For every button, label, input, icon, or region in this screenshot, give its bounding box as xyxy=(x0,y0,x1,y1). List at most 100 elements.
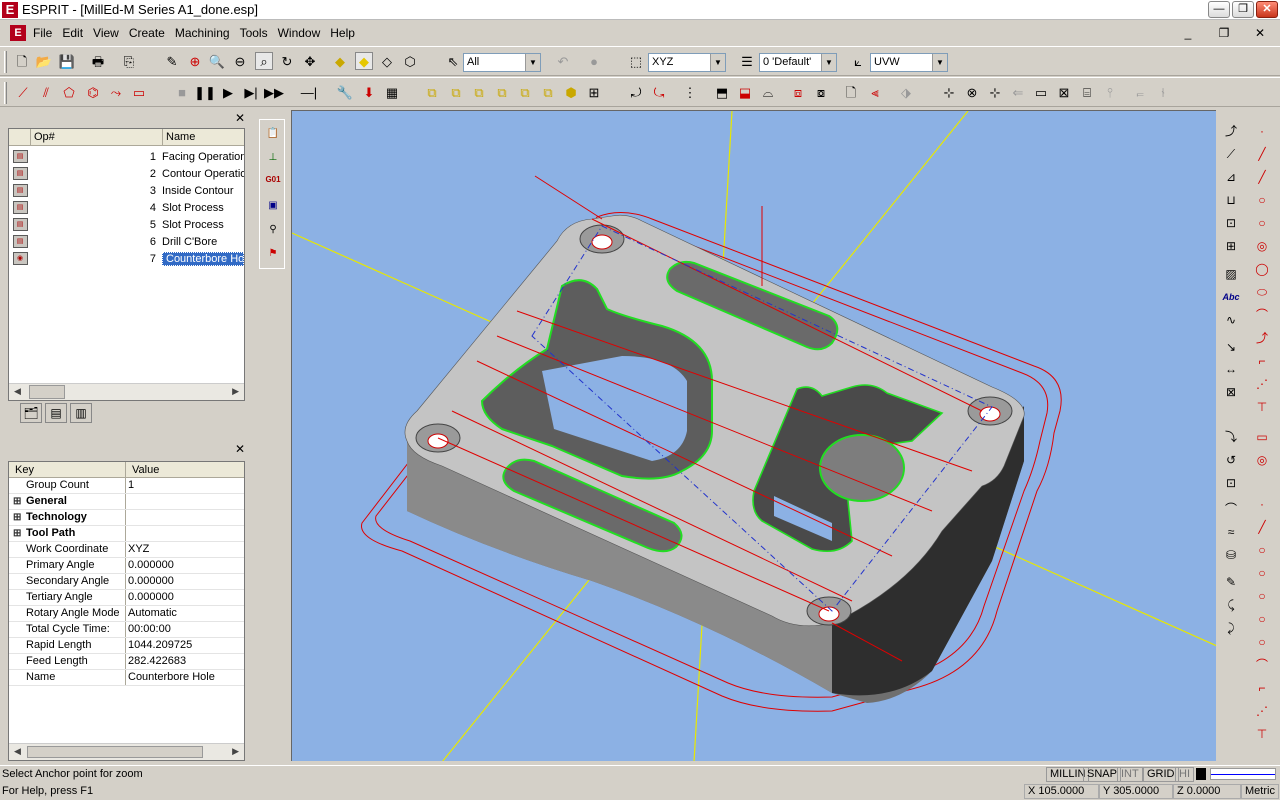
fillet-2-icon[interactable]: ⌐ xyxy=(1253,679,1271,697)
trim-2-icon[interactable]: ⊤ xyxy=(1253,725,1271,743)
array-icon[interactable]: ⊞ xyxy=(1222,237,1240,255)
property-value[interactable]: 0.000000 xyxy=(126,590,244,605)
transform-tool-icon[interactable]: ⤵ xyxy=(1222,428,1240,446)
print-icon[interactable]: 🖶 xyxy=(89,52,107,70)
redraw-icon[interactable]: ✎ xyxy=(163,52,181,70)
circle-radius-icon[interactable]: ◎ xyxy=(1253,237,1271,255)
property-value[interactable]: 1 xyxy=(126,478,244,493)
view-front-icon[interactable]: ⧉ xyxy=(447,83,465,101)
operation-row[interactable]: ▤ 1 Facing Operation xyxy=(9,148,244,165)
circle-draw-icon[interactable]: ○ xyxy=(1253,191,1271,209)
disabled-tool-icon[interactable]: ⬗ xyxy=(897,83,915,101)
save-icon[interactable]: 💾 xyxy=(58,52,76,70)
polygon-icon[interactable]: ◎ xyxy=(1253,451,1271,469)
trim-icon[interactable]: ⊠ xyxy=(1055,83,1073,101)
property-value[interactable]: 0.000000 xyxy=(126,574,244,589)
mode-int[interactable]: INT xyxy=(1117,767,1143,782)
report-icon[interactable]: ⫷ xyxy=(866,83,884,101)
view-iso-icon[interactable]: ⬢ xyxy=(562,83,580,101)
expand-plus-icon[interactable]: ⊞ xyxy=(13,510,21,525)
line-draw-icon[interactable]: ╱ xyxy=(1253,145,1271,163)
document-icon[interactable]: E xyxy=(10,25,26,41)
part-3d-view[interactable] xyxy=(292,111,1216,761)
offset-icon[interactable]: ⫮ xyxy=(1154,83,1172,101)
property-value[interactable]: Counterbore Hole xyxy=(126,670,244,685)
circle-5-icon[interactable]: ○ xyxy=(1253,610,1271,628)
feature-pocket-icon[interactable]: ⬠ xyxy=(60,83,78,101)
copy-icon[interactable]: ⎘ xyxy=(120,52,138,70)
operation-horizontal-scrollbar[interactable]: ◀ ▶ xyxy=(9,383,244,400)
wireframe-icon[interactable]: ◇ xyxy=(378,52,396,70)
arc-2-icon[interactable]: ⌒ xyxy=(1253,656,1271,674)
chamfer-icon[interactable]: ⫭ xyxy=(1131,83,1149,101)
property-value[interactable]: 00:00:00 xyxy=(126,622,244,637)
grid-points-icon[interactable]: ⊹ xyxy=(986,83,1004,101)
gcode-icon[interactable]: G01 xyxy=(263,170,283,190)
operation-row[interactable]: ▤ 2 Contour Operation xyxy=(9,165,244,182)
solid-box-icon[interactable]: ⬒ xyxy=(713,83,731,101)
tool-change-icon[interactable]: ⚑ xyxy=(263,244,283,264)
toolpath-icon[interactable]: ⬇ xyxy=(360,83,378,101)
text-tool-icon[interactable]: Abc xyxy=(1222,288,1240,306)
stock-icon[interactable]: ▦ xyxy=(383,83,401,101)
shaded-solid-icon[interactable]: ◆ xyxy=(331,52,349,70)
trim-tool-icon[interactable]: ⊤ xyxy=(1253,398,1271,416)
clipboard-icon[interactable]: 📋 xyxy=(263,124,283,144)
property-value[interactable]: Automatic xyxy=(126,606,244,621)
arrow-left-icon[interactable]: ⇐ xyxy=(1009,83,1027,101)
bend-tool-icon[interactable]: ⤹ xyxy=(1222,596,1240,614)
operation-row[interactable]: ▤ 6 Drill C'Bore xyxy=(9,233,244,250)
mesh-icon[interactable]: ⊗ xyxy=(963,83,981,101)
dotted-line-icon[interactable]: ⋰ xyxy=(1253,375,1271,393)
menu-tools[interactable]: Tools xyxy=(235,22,273,44)
property-row[interactable]: Work Coordinate XYZ xyxy=(9,542,244,558)
layer-select[interactable]: 0 'Default' ▼ xyxy=(759,53,837,72)
scale-tool-icon[interactable]: ⊡ xyxy=(1222,474,1240,492)
document-close-button[interactable]: ✕ xyxy=(1246,24,1274,41)
geometry-point-icon[interactable]: ⤴ xyxy=(1222,122,1240,140)
value-column-header[interactable]: Value xyxy=(126,462,244,477)
scroll-thumb[interactable] xyxy=(27,746,203,758)
zoom-out-icon[interactable]: ⊖ xyxy=(231,52,249,70)
rotate-tool-icon[interactable]: ↺ xyxy=(1222,451,1240,469)
split-icon[interactable]: ⌸ xyxy=(1078,83,1096,101)
scroll-right-icon[interactable]: ▶ xyxy=(232,746,239,757)
scroll-thumb[interactable] xyxy=(29,385,65,399)
property-row[interactable]: Rapid Length 1044.209725 xyxy=(9,638,244,654)
dropdown-arrow-icon[interactable]: ▼ xyxy=(821,54,836,71)
property-row[interactable]: Primary Angle 0.000000 xyxy=(9,558,244,574)
property-row[interactable]: Tertiary Angle 0.000000 xyxy=(9,590,244,606)
stop-icon[interactable]: ● xyxy=(585,52,603,70)
line-angle-icon[interactable]: ╱ xyxy=(1253,168,1271,186)
rectangle-draw-icon[interactable]: ▭ xyxy=(1253,428,1271,446)
axis-icon[interactable]: ⊥ xyxy=(263,148,283,168)
sim-end-icon[interactable]: ▶▶ xyxy=(264,83,284,101)
plane-icon[interactable]: ⬚ xyxy=(627,52,645,70)
property-value[interactable]: 1044.209725 xyxy=(126,638,244,653)
close-button[interactable]: ✕ xyxy=(1256,1,1278,18)
document-icon[interactable]: 🗋 xyxy=(842,83,860,101)
tangent-icon[interactable]: ⊿ xyxy=(1222,168,1240,186)
property-value[interactable]: 282.422683 xyxy=(126,654,244,669)
dropdown-arrow-icon[interactable]: ▼ xyxy=(932,54,947,71)
view-bottom-icon[interactable]: ⧉ xyxy=(539,83,557,101)
solid-boolean-icon[interactable]: ⧈ xyxy=(789,83,807,101)
menu-machining[interactable]: Machining xyxy=(170,22,235,44)
line-tool-icon[interactable]: ⟋ xyxy=(1222,145,1240,163)
arc-icon[interactable]: ⌒ xyxy=(1253,306,1271,324)
feature-hole-icon[interactable]: ⌬ xyxy=(84,83,102,101)
property-value[interactable]: XYZ xyxy=(126,542,244,557)
property-row[interactable]: Secondary Angle 0.000000 xyxy=(9,574,244,590)
circle-6-icon[interactable]: ○ xyxy=(1253,633,1271,651)
segment-icon[interactable]: ╱ xyxy=(1253,518,1271,536)
circle-3-icon[interactable]: ○ xyxy=(1253,564,1271,582)
box-icon[interactable]: ⊡ xyxy=(1222,214,1240,232)
property-row[interactable]: Group Count 1 xyxy=(9,478,244,494)
view-left-icon[interactable]: ⧉ xyxy=(493,83,511,101)
property-row[interactable]: Rotary Angle Mode Automatic xyxy=(9,606,244,622)
menu-help[interactable]: Help xyxy=(325,22,360,44)
snap-icon[interactable]: ⊹ xyxy=(940,83,958,101)
filter-select[interactable]: All ▼ xyxy=(463,53,541,72)
maximize-button[interactable]: ❐ xyxy=(1232,1,1254,18)
name-column-header[interactable]: Name xyxy=(163,129,244,145)
